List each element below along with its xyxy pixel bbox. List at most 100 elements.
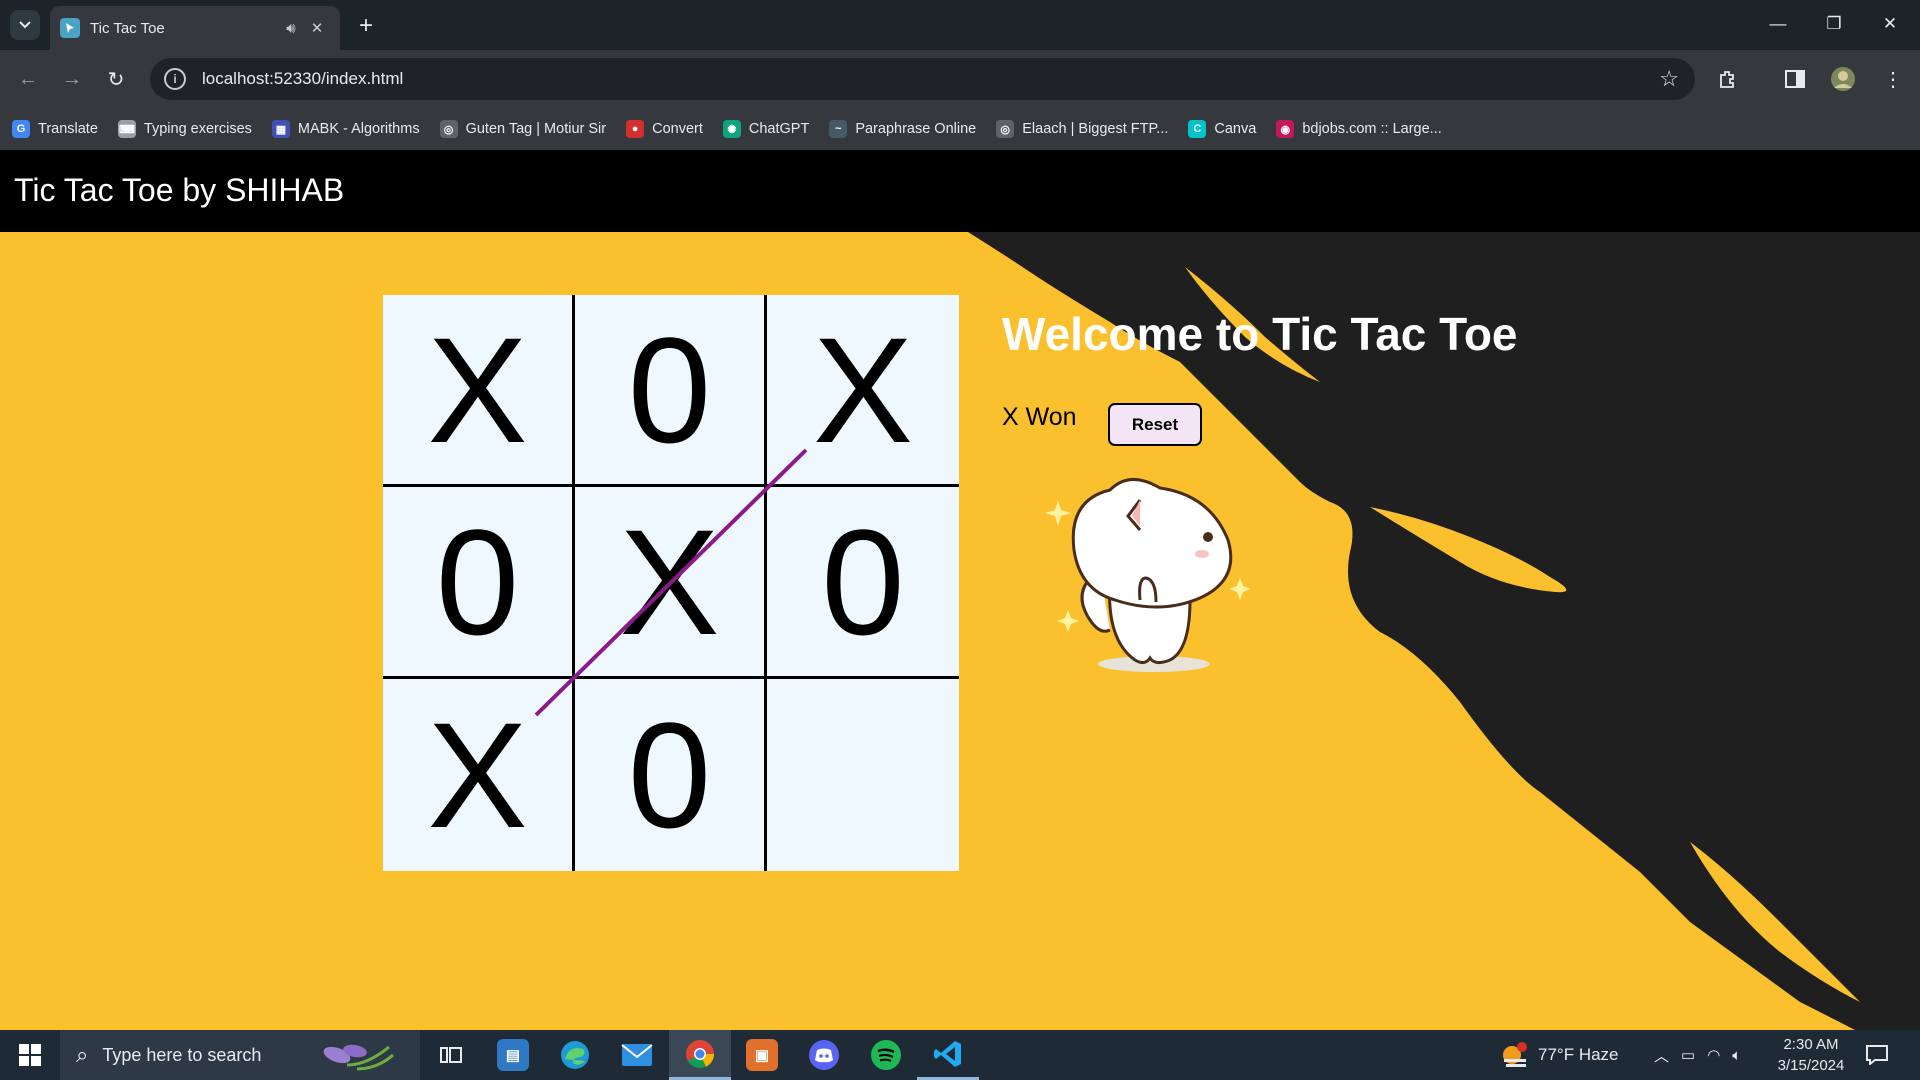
bookmark-favicon-icon: G: [12, 120, 30, 138]
clock-date: 3/15/2024: [1777, 1057, 1845, 1074]
task-view-button[interactable]: [420, 1030, 482, 1080]
bookmark-label: Elaach | Biggest FTP...: [1022, 121, 1169, 137]
bookmark-item[interactable]: ◎ Guten Tag | Motiur Sir: [439, 120, 607, 138]
edge-browser-icon[interactable]: [544, 1030, 606, 1080]
menu-kebab-icon[interactable]: ⋮: [1878, 64, 1908, 94]
board-cell-6[interactable]: X: [383, 679, 575, 871]
bookmark-item[interactable]: ● Convert: [626, 120, 703, 138]
bookmark-favicon-icon: ⌨: [117, 120, 136, 138]
minimize-button[interactable]: —: [1750, 0, 1806, 48]
address-bar[interactable]: i localhost:52330/index.html ☆: [150, 58, 1695, 100]
browser-tabstrip: Tic Tac Toe 🔊︎ ✕ + — ❐ ✕: [0, 0, 1920, 50]
url-text[interactable]: localhost:52330/index.html: [202, 69, 1659, 89]
bookmark-favicon-icon: ▦: [271, 120, 290, 138]
bookmark-label: Convert: [652, 121, 703, 137]
back-button[interactable]: ←: [12, 63, 44, 95]
board-cell-2[interactable]: X: [767, 295, 959, 487]
bookmark-item[interactable]: ◎ Elaach | Biggest FTP...: [996, 120, 1168, 138]
bookmark-label: Translate: [38, 121, 98, 137]
mail-icon[interactable]: [606, 1030, 668, 1080]
profile-avatar[interactable]: [1828, 64, 1858, 94]
bookmark-item[interactable]: C Canva: [1188, 120, 1256, 138]
bookmark-favicon-icon: C: [1188, 120, 1207, 138]
search-placeholder: Type here to search: [102, 1044, 262, 1065]
file-explorer-icon[interactable]: ▤: [482, 1030, 544, 1080]
restore-button[interactable]: ❐: [1806, 0, 1862, 48]
weather-haze-icon: [1503, 1042, 1527, 1067]
browser-tab[interactable]: Tic Tac Toe 🔊︎ ✕: [50, 6, 340, 50]
reset-button[interactable]: Reset: [1108, 403, 1202, 446]
board-cell-8[interactable]: [767, 679, 959, 871]
show-hidden-icons-chevron[interactable]: ︿: [1654, 1045, 1669, 1066]
tab-favicon-icon: [60, 18, 80, 38]
bookmark-label: Typing exercises: [143, 121, 252, 137]
vscode-icon[interactable]: [917, 1030, 979, 1080]
welcome-heading: Welcome to Tic Tac Toe: [1002, 308, 1518, 360]
volume-icon[interactable]: 🔈︎: [1732, 1047, 1741, 1064]
board-cell-1[interactable]: 0: [575, 295, 767, 487]
board-cell-4[interactable]: X: [575, 487, 767, 679]
chevron-down-icon: [19, 21, 31, 29]
background-splash-shape: [968, 232, 1920, 1030]
browser-toolbar: ← → ↻ i localhost:52330/index.html ☆ ⋮: [0, 50, 1920, 108]
extensions-icon[interactable]: [1712, 64, 1742, 94]
bookmark-favicon-icon: ◎: [439, 120, 458, 138]
site-navbar: Tic Tac Toe by SHIHAB: [0, 150, 1920, 232]
wifi-icon[interactable]: ◠: [1707, 1046, 1720, 1064]
bookmark-item[interactable]: ⌨ Typing exercises: [117, 120, 252, 138]
system-clock[interactable]: 2:30 AM 3/15/2024: [1772, 1034, 1850, 1076]
bookmark-item[interactable]: ~ Paraphrase Online: [829, 120, 976, 138]
bookmark-label: Paraphrase Online: [855, 121, 977, 137]
reload-button[interactable]: ↻: [100, 63, 132, 95]
tab-title: Tic Tac Toe: [90, 19, 165, 37]
site-title: Tic Tac Toe by SHIHAB: [14, 172, 345, 208]
bookmark-favicon-icon: ◉: [1276, 120, 1295, 138]
bookmark-label: Canva: [1214, 121, 1257, 137]
weather-text: 77°F Haze: [1538, 1045, 1619, 1064]
close-window-button[interactable]: ✕: [1862, 0, 1918, 48]
tab-search-button[interactable]: [10, 10, 40, 40]
battery-icon[interactable]: ▭: [1681, 1046, 1695, 1064]
discord-icon[interactable]: [793, 1030, 855, 1080]
taskbar-search-box[interactable]: ⌕ Type here to search: [60, 1030, 420, 1080]
clock-time: 2:30 AM: [1783, 1036, 1839, 1053]
bookmarks-bar: G Translate ⌨ Typing exercises ▦ MABK - Algor…: [0, 108, 1920, 150]
board-cell-3[interactable]: 0: [383, 487, 575, 679]
bookmark-favicon-icon: ~: [829, 120, 848, 138]
board-cell-5[interactable]: 0: [767, 487, 959, 679]
bookmark-label: ChatGPT: [748, 121, 810, 137]
board-cell-7[interactable]: 0: [575, 679, 767, 871]
speaker-icon[interactable]: 🔊︎: [278, 15, 304, 41]
bookmark-favicon-icon: ●: [626, 120, 645, 138]
forward-button[interactable]: →: [56, 63, 88, 95]
bookmark-favicon-icon: ✺: [722, 120, 741, 138]
start-button[interactable]: [0, 1030, 60, 1080]
bookmark-label: bdjobs.com :: Large...: [1302, 121, 1442, 137]
notifications-icon[interactable]: [1866, 1030, 1888, 1080]
bookmark-item[interactable]: ◉ bdjobs.com :: Large...: [1276, 120, 1442, 138]
game-board: X 0 X 0 X 0 X 0: [383, 295, 959, 871]
chrome-icon[interactable]: [669, 1030, 731, 1080]
board-cell-0[interactable]: X: [383, 295, 575, 487]
game-status-text: X Won: [1002, 403, 1077, 431]
weather-widget[interactable]: 77°F Haze: [1500, 1030, 1619, 1080]
media-app-icon[interactable]: ▣: [731, 1030, 793, 1080]
bookmark-favicon-icon: ◎: [996, 120, 1015, 138]
windows-logo-icon: [19, 1044, 41, 1066]
search-icon: ⌕: [76, 1042, 89, 1067]
page-viewport: Tic Tac Toe by SHIHAB X 0 X 0 X 0 X 0 We…: [0, 150, 1920, 1030]
site-info-icon[interactable]: i: [164, 68, 186, 90]
bookmark-item[interactable]: G Translate: [12, 120, 98, 138]
bookmark-item[interactable]: ✺ ChatGPT: [722, 120, 810, 138]
system-tray[interactable]: ︿ ▭ ◠ 🔈︎: [1654, 1030, 1741, 1080]
cat-mascot-image: [1045, 478, 1251, 672]
bookmark-star-icon[interactable]: ☆: [1659, 66, 1679, 92]
bookmark-label: MABK - Algorithms: [297, 121, 420, 137]
close-tab-icon[interactable]: ✕: [304, 15, 330, 41]
side-panel-icon[interactable]: [1780, 64, 1810, 94]
bookmark-label: Guten Tag | Motiur Sir: [465, 121, 607, 137]
spotify-icon[interactable]: [855, 1030, 917, 1080]
bookmark-item[interactable]: ▦ MABK - Algorithms: [271, 120, 420, 138]
new-tab-button[interactable]: +: [352, 12, 380, 40]
lavender-flowers-icon: [324, 1044, 395, 1071]
